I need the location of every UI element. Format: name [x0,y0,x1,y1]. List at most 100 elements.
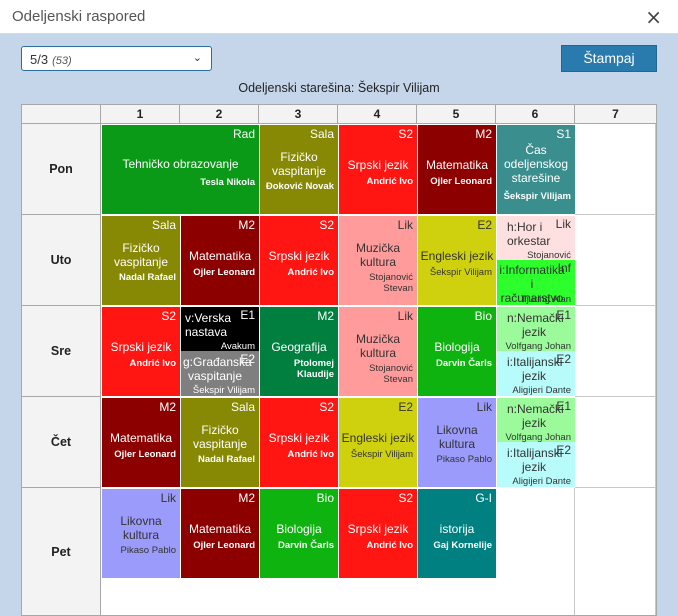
lesson-sre-2-gradjansko[interactable]: E2 g:Građanska vaspitanje Šekspir Vilija… [181,351,259,396]
lesson-cet-3[interactable]: S2 Srpski jezik Andrić Ivo [260,398,338,487]
day-label: Čet [22,397,101,488]
dialog-body: 5/3 (53) ⌄ Štampaj Odeljenski starešina: … [0,35,678,616]
lesson-pon-6[interactable]: S1 Čas odeljenskog starešine Šekspir Vil… [497,125,575,214]
lesson-room: M2 [238,218,255,232]
lesson-uto-4[interactable]: Lik Muzička kultura Stojanović Stevan [339,216,417,305]
lesson-pet-3[interactable]: Bio Biologija Darvin Čarls [260,489,338,578]
class-select-value: 5/3 [30,52,49,67]
lesson-subject: Engleski jezik [341,431,415,445]
empty-cell [575,306,656,397]
lesson-subject: Biologija [276,522,322,536]
empty-cell [575,397,656,488]
lesson-sre-4[interactable]: Lik Muzička kultura Stojanović Stevan [339,307,417,396]
lesson-sre-3[interactable]: M2 Geografija Ptolomej Klaudije [260,307,338,396]
lesson-uto-3[interactable]: S2 Srpski jezik Andrić Ivo [260,216,338,305]
lesson-teacher: Aligijeri Dante [512,385,571,396]
lesson-room: S2 [161,309,176,323]
lesson-teacher: Ojler Leonard [430,176,492,187]
lesson-teacher: Đoković Novak [265,181,334,192]
lesson-cet-6-nemacki[interactable]: E1 n:Nemački jezik Volfgang Johan [497,398,575,442]
close-icon[interactable]: × [645,5,662,29]
lesson-teacher: Volfgang Johan [505,432,571,442]
lesson-teacher: Ojler Leonard [193,267,255,278]
lesson-subject: n:Nemački jezik [507,311,564,339]
lesson-room: Bio [316,491,334,505]
lesson-pon-4[interactable]: S2 Srpski jezik Andrić Ivo [339,125,417,214]
lesson-teacher: Pikaso Pablo [120,545,176,556]
lesson-subject: Fizičko vaspitanje [192,423,248,451]
lesson-pet-2[interactable]: M2 Matematika Ojler Leonard [181,489,259,578]
lesson-pet-4[interactable]: S2 Srpski jezik Andrić Ivo [339,489,417,578]
lesson-uto-5[interactable]: E2 Engleski jezik Šekspir Vilijam [418,216,496,305]
lesson-uto-2[interactable]: M2 Matematika Ojler Leonard [181,216,259,305]
lesson-teacher: Šekspir Vilijam [192,385,255,396]
lesson-pet-1[interactable]: Lik Likovna kultura Pikaso Pablo [102,489,180,578]
class-select-count: (53) [52,55,72,67]
lesson-room: S2 [398,491,413,505]
lesson-pon-5[interactable]: M2 Matematika Ojler Leonard [418,125,496,214]
lesson-room: G-I [475,491,492,505]
lesson-uto-6-hor[interactable]: Lik h:Hor i orkestar Stojanović [497,216,575,260]
head-teacher-label: Odeljenski starešina: Šekspir Vilijam [238,81,440,95]
lesson-uto-6-informatika[interactable]: Inf i:Informatika i računarstvo Tjuring … [497,260,575,305]
lesson-subject: istorija [439,522,475,536]
lesson-cet-1[interactable]: M2 Matematika Ojler Leonard [102,398,180,487]
lesson-room: E2 [398,400,413,414]
lesson-subject: Geografija [271,340,327,354]
lesson-subject: Likovna kultura [436,423,478,451]
lesson-room: S2 [398,127,413,141]
lesson-subject: Biologija [434,340,480,354]
lesson-subject: Matematika [188,249,252,263]
lesson-teacher: Tjuring Alan [520,294,571,305]
lesson-subject: Fizičko vaspitanje [271,150,327,178]
lesson-teacher: Pikaso Pablo [436,454,492,465]
class-select[interactable]: 5/3 (53) ⌄ [21,46,212,71]
lesson-cet-5[interactable]: Lik Likovna kultura Pikaso Pablo [418,398,496,487]
chevron-down-icon: ⌄ [192,51,202,64]
lesson-subject: Engleski jezik [420,249,494,263]
lesson-subject: Matematika [425,158,489,172]
lesson-teacher: Darvin Čarls [278,540,334,551]
lesson-uto-1[interactable]: Sala Fizičko vaspitanje Nadal Rafael [102,216,180,305]
lesson-teacher: Andrić Ivo [366,176,413,187]
empty-cell [575,124,656,215]
lesson-subject: Matematika [188,522,252,536]
day-label: Pon [22,124,101,215]
period-header: 4 [338,105,417,124]
lesson-room: Lik [476,400,492,414]
lesson-pon-1-2[interactable]: Rad Tehničko obrazovanje Tesla Nikola [102,125,259,214]
lesson-sre-1[interactable]: S2 Srpski jezik Andrić Ivo [102,307,180,396]
lesson-teacher: Nadal Rafael [197,454,255,465]
lesson-subject: h:Hor i orkestar [507,220,551,248]
dialog-titlebar: Odeljenski raspored × [0,0,678,34]
lesson-cet-6-italijanski[interactable]: E2 i:Italijanski jezik Aligijeri Dante [497,442,575,487]
lesson-subject: g:Građanska vaspitanje [183,355,252,383]
lesson-sre-6-italijanski[interactable]: E2 i:Italijanski jezik Aligijeri Dante [497,351,575,396]
lesson-pon-3[interactable]: Sala Fizičko vaspitanje Đoković Novak [260,125,338,214]
lesson-teacher: Stojanović Stevan [369,272,413,294]
lesson-room: Sala [151,218,176,232]
lesson-pet-5[interactable]: G-I istorija Gaj Kornelije [418,489,496,578]
lesson-subject: v:Verska nastava [185,311,232,339]
lesson-subject: Srpski jezik [268,431,330,445]
lesson-teacher: Stojanović Stevan [369,363,413,385]
lesson-room: S2 [319,218,334,232]
lesson-cet-2[interactable]: Sala Fizičko vaspitanje Nadal Rafael [181,398,259,487]
lesson-room: Bio [474,309,492,323]
lesson-teacher: Volfgang Johan [505,341,571,351]
lesson-teacher: Šekspir Vilijam [350,449,413,460]
print-button[interactable]: Štampaj [561,45,657,72]
lesson-teacher: Andrić Ivo [287,449,334,460]
day-label: Uto [22,215,101,306]
period-header: 3 [259,105,338,124]
lesson-teacher: Ojler Leonard [193,540,255,551]
lesson-sre-2-verska[interactable]: E1 v:Verska nastava Avakum [181,307,259,351]
lesson-sre-5[interactable]: Bio Biologija Darvin Čarls [418,307,496,396]
lesson-room: E1 [240,308,255,322]
lesson-teacher: Šekspir Vilijam [429,267,492,278]
lesson-cet-4[interactable]: E2 Engleski jezik Šekspir Vilijam [339,398,417,487]
lesson-subject: Muzička kultura [355,241,400,269]
lesson-teacher: Tesla Nikola [200,177,255,188]
lesson-sre-6-nemacki[interactable]: E1 n:Nemački jezik Volfgang Johan [497,307,575,351]
lesson-teacher: Ptolomej Klaudije [293,358,334,380]
